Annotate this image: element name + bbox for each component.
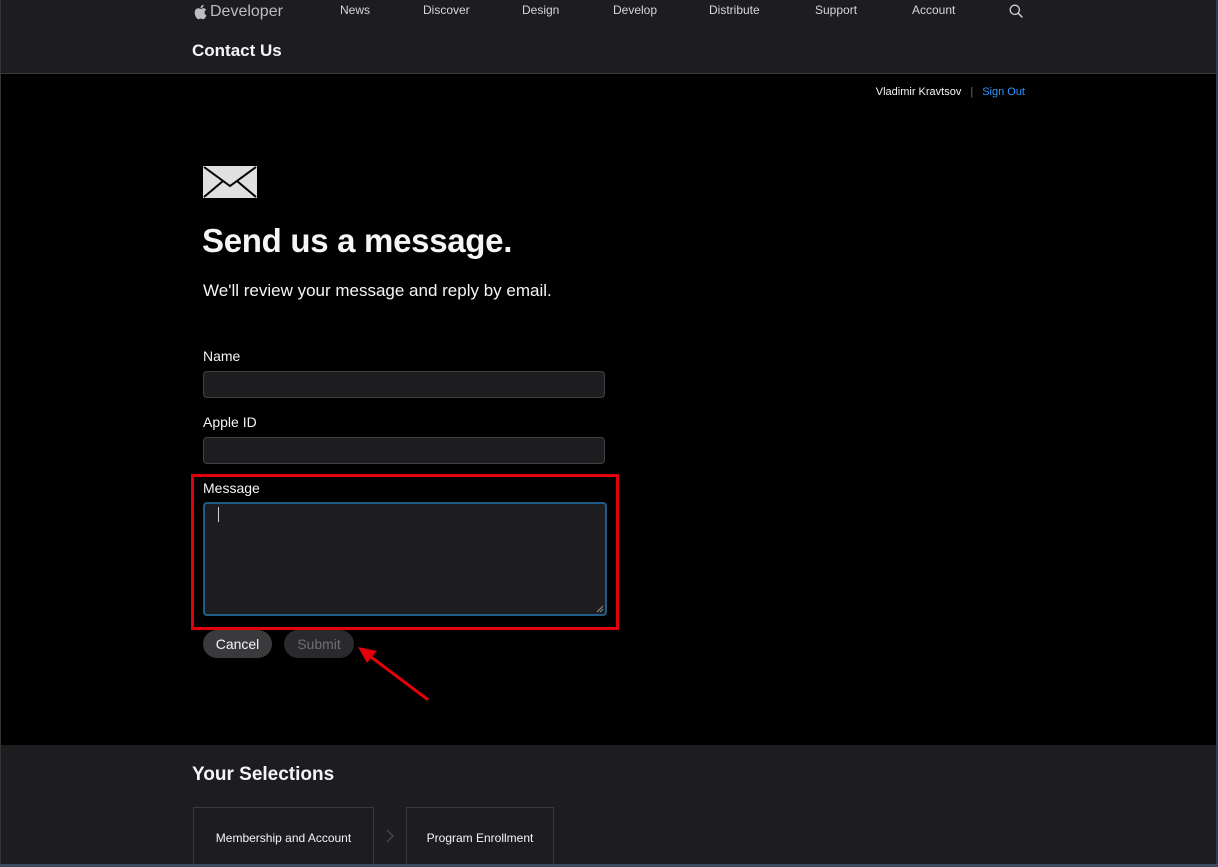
user-separator: | (970, 86, 974, 98)
subhead: We'll review your message and reply by e… (203, 281, 552, 300)
apple-logo-icon (194, 4, 207, 20)
nav-support[interactable]: Support (815, 3, 857, 17)
user-name: Vladimir Kravtsov (875, 86, 962, 98)
text-caret (218, 507, 219, 522)
global-nav: Developer News Discover Design Develop D… (0, 0, 1218, 30)
chevron-right-icon (386, 829, 394, 843)
cancel-button[interactable]: Cancel (203, 630, 272, 658)
nav-news[interactable]: News (340, 3, 370, 17)
message-label: Message (203, 480, 260, 496)
resize-grip-icon[interactable] (596, 605, 604, 613)
search-icon[interactable] (1009, 4, 1023, 18)
sign-out-link[interactable]: Sign Out (982, 86, 1025, 98)
nav-develop[interactable]: Develop (613, 3, 657, 17)
brand-link[interactable]: Developer (194, 2, 283, 22)
nav-design[interactable]: Design (522, 3, 559, 17)
headline: Send us a message. (202, 222, 513, 259)
brand-label: Developer (210, 3, 283, 20)
local-nav: Contact Us (0, 30, 1218, 74)
apple-id-label: Apple ID (203, 414, 257, 430)
page-title[interactable]: Contact Us (192, 41, 282, 61)
nav-account[interactable]: Account (912, 3, 955, 17)
name-label: Name (203, 348, 241, 364)
window-frame-left (0, 0, 1, 867)
envelope-icon (203, 166, 257, 198)
selection-label: Program Enrollment (426, 831, 534, 845)
selections-title: Your Selections (192, 764, 335, 785)
selections-section: Your Selections Membership and Account P… (0, 745, 1218, 867)
selection-membership-and-account[interactable]: Membership and Account (193, 807, 374, 867)
red-arrow-icon (358, 647, 429, 701)
message-textarea[interactable] (203, 502, 607, 616)
selection-label: Membership and Account (215, 831, 352, 845)
nav-discover[interactable]: Discover (423, 3, 470, 17)
apple-id-input[interactable] (203, 437, 605, 464)
name-input[interactable] (203, 371, 605, 398)
selection-program-enrollment[interactable]: Program Enrollment (406, 807, 554, 867)
nav-distribute[interactable]: Distribute (709, 3, 760, 17)
user-bar: Vladimir Kravtsov | Sign Out (876, 86, 1025, 98)
contact-page: Developer News Discover Design Develop D… (0, 0, 1218, 867)
submit-button[interactable]: Submit (284, 630, 354, 658)
